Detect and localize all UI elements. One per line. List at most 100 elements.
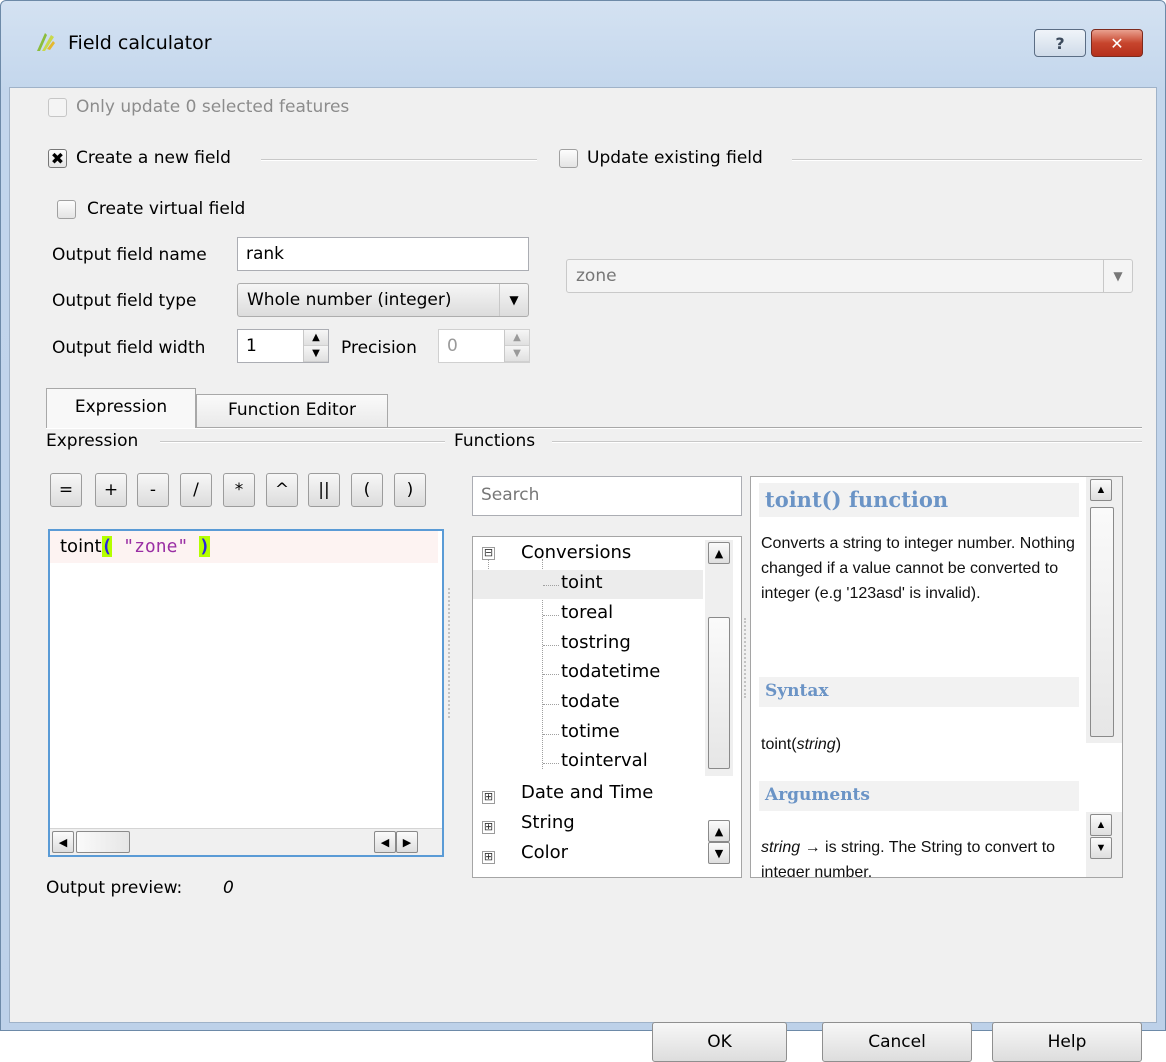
- update-existing-group-line: [792, 159, 1142, 161]
- scroll-up-icon[interactable]: ▲: [1090, 814, 1112, 836]
- scroll-right-icon[interactable]: ▶: [396, 831, 418, 853]
- expression-line: toint( "zone" ): [50, 531, 438, 563]
- virtual-field-checkbox[interactable]: [57, 200, 76, 219]
- virtual-field-label: Create virtual field: [87, 199, 246, 219]
- operator-open-paren-button[interactable]: (: [351, 473, 383, 507]
- tree-line: [543, 615, 559, 616]
- search-input[interactable]: Search: [472, 476, 742, 516]
- operator-divide-button[interactable]: /: [180, 473, 212, 507]
- splitter-grip[interactable]: [448, 588, 458, 718]
- scroll-thumb[interactable]: [1090, 507, 1114, 737]
- syntax-line: toint(string): [761, 732, 1081, 757]
- help-description: Converts a string to integer number. Not…: [761, 535, 1075, 602]
- tree-item-todate[interactable]: todate: [561, 691, 620, 712]
- function-tree[interactable]: ⊟ Conversions toint toreal tostring toda…: [472, 536, 742, 878]
- tree-group-string[interactable]: String: [521, 812, 575, 833]
- functions-group-label: Functions: [454, 431, 536, 451]
- scroll-down-icon[interactable]: ▼: [1090, 837, 1112, 859]
- output-name-value: rank: [246, 244, 285, 264]
- only-update-checkbox[interactable]: [48, 98, 67, 117]
- spin-down-icon[interactable]: ▼: [304, 346, 328, 362]
- help-title: toint() function: [759, 483, 1079, 517]
- operator-power-button[interactable]: ^: [266, 473, 298, 507]
- operator-concat-button[interactable]: ||: [308, 473, 340, 507]
- spin-up-icon[interactable]: ▲: [505, 330, 529, 346]
- syntax-function: toint(: [761, 736, 797, 753]
- title-bar[interactable]: Field calculator ? ✕: [1, 1, 1165, 87]
- functions-group-line: [552, 441, 1142, 443]
- update-existing-label: Update existing field: [587, 148, 763, 168]
- expression-group-label: Expression: [46, 431, 139, 451]
- close-icon: ✕: [1110, 33, 1124, 53]
- operator-plus-button[interactable]: +: [95, 473, 127, 507]
- scroll-up-icon[interactable]: ▲: [708, 542, 730, 564]
- tree-item-todatetime[interactable]: todatetime: [561, 661, 660, 682]
- editor-horizontal-scrollbar[interactable]: ◀ ◀ ▶: [50, 828, 442, 855]
- spin-up-icon[interactable]: ▲: [304, 330, 328, 346]
- create-field-group-line: [261, 159, 537, 161]
- help-title-button[interactable]: ?: [1034, 29, 1086, 57]
- expand-icon[interactable]: ⊞: [482, 851, 495, 864]
- tree-line: [543, 704, 559, 705]
- only-update-label: Only update 0 selected features: [76, 97, 350, 117]
- scroll-up-icon[interactable]: ▲: [1090, 479, 1112, 501]
- tree-group-conversions[interactable]: Conversions: [521, 542, 631, 563]
- expand-icon[interactable]: ⊞: [482, 791, 495, 804]
- tab-expression-label: Expression: [74, 397, 168, 417]
- expression-argument: "zone": [112, 536, 200, 557]
- help-scrollbar-lower[interactable]: ▲ ▼: [1086, 812, 1122, 877]
- expression-editor[interactable]: toint( "zone" ) ◀ ◀ ▶: [48, 529, 444, 857]
- tree-line: [543, 645, 559, 646]
- existing-field-select[interactable]: zone ▼: [566, 259, 1133, 293]
- tree-item-totime[interactable]: totime: [561, 721, 620, 742]
- tree-item-tointerval[interactable]: tointerval: [561, 750, 648, 771]
- precision-label: Precision: [341, 338, 417, 358]
- scroll-left-icon[interactable]: ◀: [52, 831, 74, 853]
- scroll-left-icon[interactable]: ◀: [374, 831, 396, 853]
- scroll-down-icon[interactable]: ▼: [708, 842, 730, 864]
- expression-group-line: [160, 441, 445, 443]
- tree-item-tostring[interactable]: tostring: [561, 632, 631, 653]
- precision-spinbox[interactable]: 0 ▲ ▼: [438, 329, 530, 363]
- close-button[interactable]: ✕: [1091, 29, 1143, 57]
- tab-expression[interactable]: Expression: [46, 388, 196, 428]
- qgis-icon: [37, 33, 55, 51]
- help-button[interactable]: Help: [992, 1022, 1142, 1062]
- tree-line: [543, 763, 559, 764]
- output-preview-label: Output preview:: [46, 878, 183, 898]
- tree-scrollbar-upper[interactable]: ▲: [705, 540, 733, 776]
- create-field-checkbox[interactable]: ✖: [48, 149, 67, 168]
- tab-divider: [46, 427, 1142, 429]
- update-existing-checkbox[interactable]: [559, 149, 578, 168]
- operator-close-paren-button[interactable]: ): [394, 473, 426, 507]
- operator-equals-button[interactable]: =: [50, 473, 82, 507]
- ok-button[interactable]: OK: [652, 1022, 787, 1062]
- scroll-thumb[interactable]: [708, 617, 730, 769]
- dialog-body: Only update 0 selected features ✖ Create…: [9, 87, 1157, 1062]
- expand-icon[interactable]: ⊞: [482, 821, 495, 834]
- function-help-panel: toint() function Converts a string to in…: [750, 476, 1123, 878]
- operator-minus-button[interactable]: -: [137, 473, 169, 507]
- argument-name: string: [761, 839, 801, 856]
- output-width-value: 1: [246, 336, 257, 356]
- scroll-thumb[interactable]: [76, 831, 130, 853]
- output-name-label: Output field name: [52, 245, 207, 265]
- tab-function-editor[interactable]: Function Editor: [196, 394, 388, 427]
- syntax-heading: Syntax: [759, 677, 1079, 707]
- cancel-button[interactable]: Cancel: [822, 1022, 972, 1062]
- collapse-icon[interactable]: ⊟: [482, 547, 495, 560]
- output-width-spinbox[interactable]: 1 ▲ ▼: [237, 329, 329, 363]
- syntax-argument: string: [796, 736, 836, 753]
- tree-group-color[interactable]: Color: [521, 842, 568, 863]
- spin-down-icon[interactable]: ▼: [505, 346, 529, 362]
- output-type-value: Whole number (integer): [247, 290, 452, 310]
- operator-multiply-button[interactable]: *: [223, 473, 255, 507]
- tree-item-toreal[interactable]: toreal: [561, 602, 613, 623]
- output-name-input[interactable]: rank: [237, 237, 529, 271]
- tree-item-toint[interactable]: toint: [561, 572, 603, 593]
- argument-line: string → is string. The String to conver…: [761, 835, 1081, 877]
- help-scrollbar-upper[interactable]: ▲: [1086, 477, 1122, 743]
- tree-group-date-and-time[interactable]: Date and Time: [521, 782, 653, 803]
- output-type-select[interactable]: Whole number (integer) ▼: [237, 283, 529, 317]
- scroll-up-icon[interactable]: ▲: [708, 820, 730, 842]
